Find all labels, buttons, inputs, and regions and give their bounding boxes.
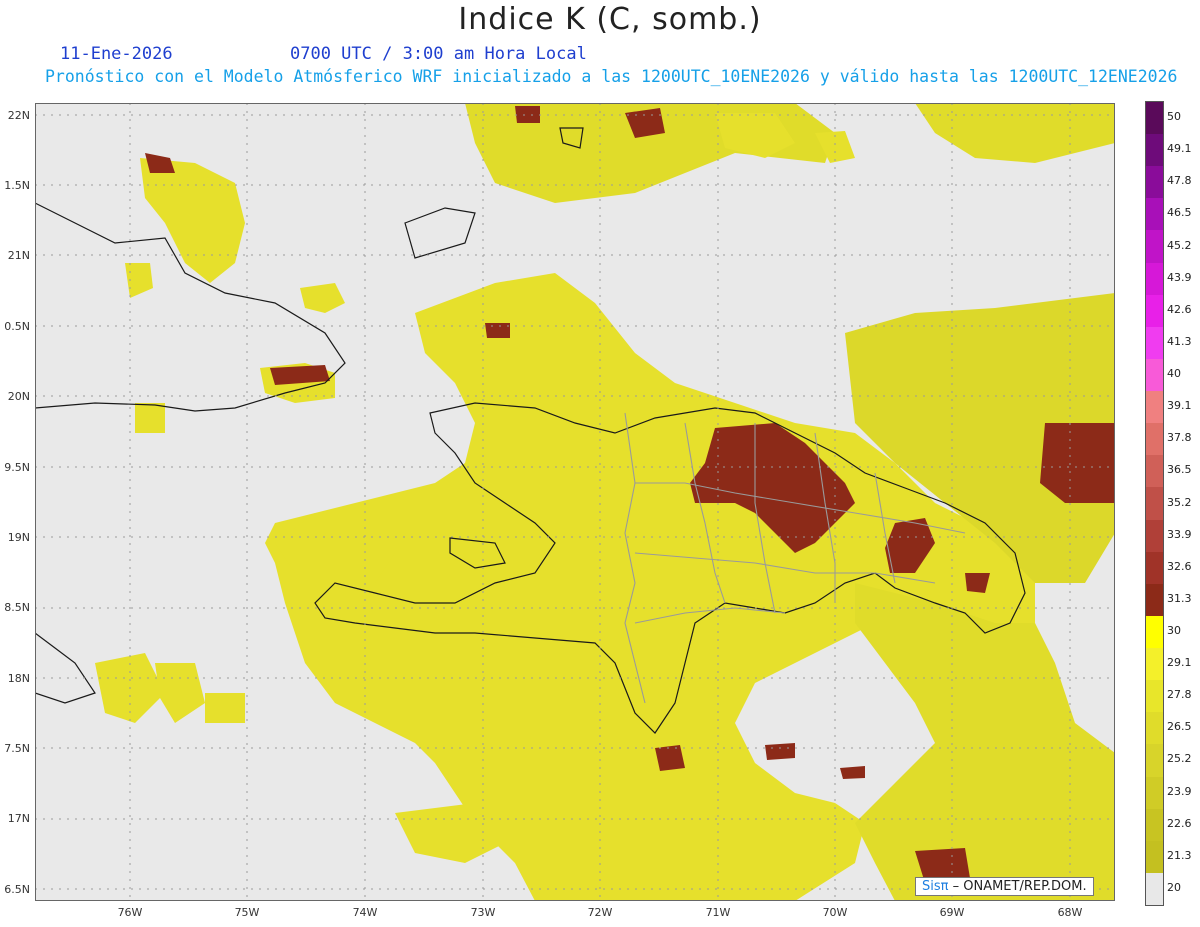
colorbar-cell	[1146, 519, 1163, 553]
colorbar-cell	[1146, 615, 1163, 649]
lat-label: 18N	[7, 672, 30, 685]
colorbar-label: 35.2	[1167, 495, 1192, 509]
colorbar-label: 47.8	[1167, 174, 1192, 188]
lon-label: 71W	[705, 906, 731, 919]
field-brown	[840, 766, 865, 779]
colorbar-cell	[1146, 872, 1163, 906]
field-yellow	[140, 158, 245, 283]
colorbar-cell	[1146, 551, 1163, 585]
colorbar-cell	[1146, 358, 1163, 392]
colorbar-label: 42.6	[1167, 302, 1192, 316]
colorbar-cell	[1146, 166, 1163, 199]
lon-label: 68W	[1057, 906, 1083, 919]
colorbar	[1145, 101, 1164, 906]
credit-text: – ONAMET/REP.DOM.	[948, 879, 1087, 894]
colorbar-label: 26.5	[1167, 720, 1192, 734]
map-canvas	[35, 103, 1115, 901]
colorbar-label: 37.8	[1167, 431, 1192, 445]
colorbar-cell	[1146, 583, 1163, 617]
colorbar-label: 50	[1167, 110, 1181, 124]
field-brown	[655, 745, 685, 771]
colorbar-label: 32.6	[1167, 559, 1192, 573]
colorbar-cell	[1146, 680, 1163, 713]
field-brown	[145, 153, 175, 173]
colorbar-label: 33.9	[1167, 527, 1192, 541]
colorbar-cell	[1146, 423, 1163, 456]
colorbar-cell	[1146, 198, 1163, 231]
lat-label: 17N	[7, 812, 30, 825]
lon-label: 74W	[352, 906, 378, 919]
lat-label: 0.5N	[4, 320, 30, 333]
colorbar-cell	[1146, 487, 1163, 521]
colorbar-label: 36.5	[1167, 463, 1192, 477]
map-area	[35, 103, 1115, 901]
lon-label: 75W	[234, 906, 260, 919]
field-brown	[485, 323, 510, 338]
lat-label: 9.5N	[4, 461, 30, 474]
forecast-time: 0700 UTC / 3:00 am Hora Local	[290, 44, 587, 64]
colorbar-label: 41.3	[1167, 334, 1192, 348]
lat-label: 20N	[7, 390, 30, 403]
colorbar-cell	[1146, 712, 1163, 745]
field-yellow	[300, 283, 345, 313]
colorbar-cell	[1146, 776, 1163, 810]
colorbar-label: 49.1	[1167, 142, 1192, 156]
model-description: Pronóstico con el Modelo Atmósferico WRF…	[45, 67, 1178, 86]
lat-label: 22N	[7, 109, 30, 122]
map-title: Indice K (C, somb.)	[458, 2, 762, 37]
lon-label: 69W	[939, 906, 965, 919]
colorbar-cell	[1146, 230, 1163, 264]
colorbar-cell	[1146, 262, 1163, 296]
credit-box: Sisπ – ONAMET/REP.DOM.	[915, 877, 1094, 896]
field-yellow	[155, 663, 205, 723]
field-yellow	[855, 583, 1115, 901]
colorbar-cell	[1146, 326, 1163, 360]
colorbar-label: 20	[1167, 880, 1181, 894]
forecast-date: 11-Ene-2026	[60, 44, 173, 64]
field-brown	[515, 106, 540, 123]
colorbar-label: 45.2	[1167, 238, 1192, 252]
lat-label: 19N	[7, 531, 30, 544]
colorbar-cell	[1146, 134, 1163, 167]
field-yellow	[205, 693, 245, 723]
credit-brand: Sisπ	[922, 879, 949, 894]
colorbar-label: 21.3	[1167, 848, 1192, 862]
colorbar-cell	[1146, 391, 1163, 424]
lat-label: 7.5N	[4, 742, 30, 755]
coastline	[35, 632, 96, 704]
lon-label: 76W	[117, 906, 143, 919]
lon-label: 73W	[470, 906, 496, 919]
field-yellow	[135, 403, 165, 433]
colorbar-cell	[1146, 648, 1163, 681]
colorbar-label: 39.1	[1167, 399, 1192, 413]
colorbar-label: 40	[1167, 367, 1181, 381]
field-yellow	[125, 263, 153, 298]
coastline	[404, 207, 476, 259]
lon-label: 70W	[822, 906, 848, 919]
colorbar-label: 31.3	[1167, 591, 1192, 605]
lat-label: 21N	[7, 249, 30, 262]
lat-label: 1.5N	[4, 179, 30, 192]
colorbar-label: 30	[1167, 623, 1181, 637]
colorbar-label: 43.9	[1167, 270, 1192, 284]
colorbar-label: 25.2	[1167, 752, 1192, 766]
colorbar-cell	[1146, 455, 1163, 488]
field-brown	[765, 743, 795, 760]
colorbar-label: 29.1	[1167, 656, 1192, 670]
colorbar-cell	[1146, 294, 1163, 328]
field-brown	[1040, 423, 1115, 503]
colorbar-label: 46.5	[1167, 206, 1192, 220]
k-index-field	[95, 103, 1115, 901]
colorbar-cell	[1146, 744, 1163, 777]
colorbar-label: 22.6	[1167, 816, 1192, 830]
colorbar-cell	[1146, 840, 1163, 874]
colorbar-label: 27.8	[1167, 688, 1192, 702]
lon-label: 72W	[587, 906, 613, 919]
field-yellow	[915, 103, 1115, 163]
lat-label: 8.5N	[4, 601, 30, 614]
colorbar-cell	[1146, 808, 1163, 842]
colorbar-cell	[1146, 102, 1163, 135]
colorbar-label: 23.9	[1167, 784, 1192, 798]
lat-label: 6.5N	[4, 883, 30, 896]
